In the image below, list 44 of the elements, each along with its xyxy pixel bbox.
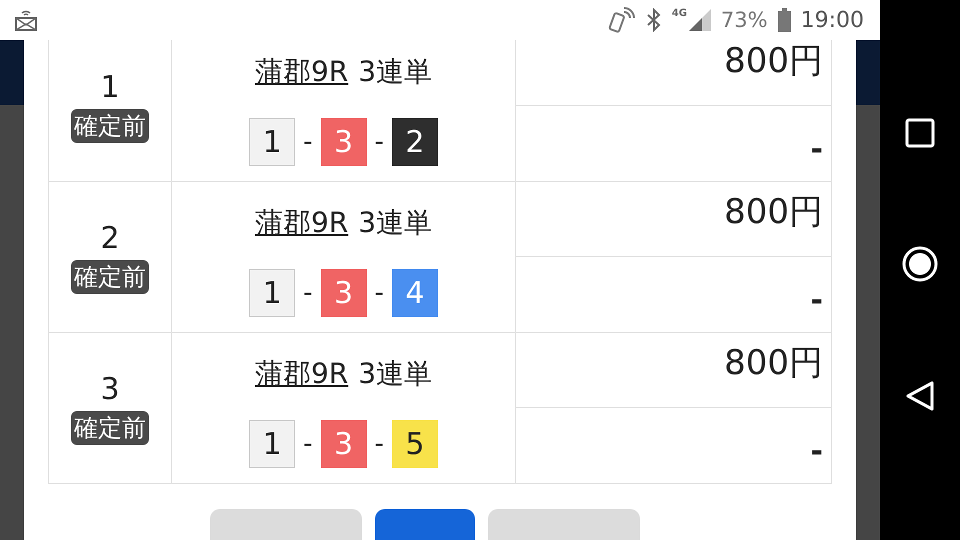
bet-number: 3 xyxy=(100,372,120,406)
boat-number: 3 xyxy=(320,118,366,166)
bet-number: 2 xyxy=(100,220,120,256)
amount: 800円 xyxy=(516,334,831,408)
back-icon[interactable] xyxy=(905,380,935,412)
payout: - xyxy=(810,432,824,470)
network-type: 4G xyxy=(672,8,687,19)
separator: - xyxy=(303,278,312,308)
bet-type: 3連単 xyxy=(358,205,432,241)
race-link[interactable]: 蒲郡9R xyxy=(254,53,348,91)
race-link[interactable]: 蒲郡9R xyxy=(254,355,348,393)
signal-icon xyxy=(688,9,711,31)
boat-number: 1 xyxy=(249,420,296,468)
boat-number: 2 xyxy=(392,118,438,166)
separator: - xyxy=(303,127,312,157)
amount: 800円 xyxy=(516,183,831,257)
separator: - xyxy=(374,278,384,308)
recents-icon[interactable] xyxy=(905,118,935,148)
boat-number: 1 xyxy=(249,118,296,166)
battery-percent: 73% xyxy=(720,8,768,32)
status-badge: 確定前 xyxy=(71,108,149,142)
bet-type: 3連単 xyxy=(358,356,432,392)
boat-number: 1 xyxy=(249,269,296,317)
home-icon[interactable] xyxy=(901,244,939,283)
bluetooth-icon xyxy=(646,8,662,32)
boat-number: 3 xyxy=(320,269,366,317)
amount: 800円 xyxy=(516,40,831,106)
bet-number: 1 xyxy=(100,70,120,104)
payout: - xyxy=(810,282,824,320)
clock: 19:00 xyxy=(800,8,864,32)
race-link[interactable]: 蒲郡9R xyxy=(254,204,348,242)
separator: - xyxy=(374,429,384,459)
boat-number: 4 xyxy=(392,269,438,317)
nfc-phone-icon xyxy=(608,6,636,34)
separator: - xyxy=(303,429,312,459)
battery-icon xyxy=(778,8,791,32)
cast-icon xyxy=(14,9,38,31)
separator: - xyxy=(374,127,384,157)
boat-number: 5 xyxy=(392,420,438,468)
status-badge: 確定前 xyxy=(71,260,149,294)
boat-number: 3 xyxy=(320,420,366,468)
status-badge: 確定前 xyxy=(71,410,149,444)
bet-type: 3連単 xyxy=(358,54,432,90)
payout: - xyxy=(810,130,824,168)
